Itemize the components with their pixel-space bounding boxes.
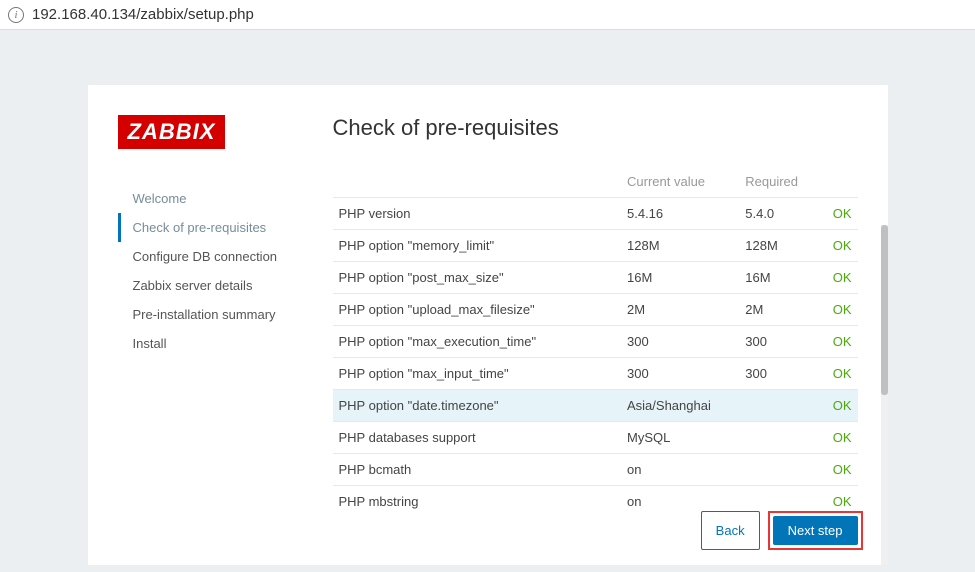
req-name: PHP option "post_max_size" <box>333 262 622 294</box>
header-current-value: Current value <box>621 166 739 198</box>
sidebar-step-5[interactable]: Install <box>118 329 323 358</box>
req-required-value: 5.4.0 <box>739 198 823 230</box>
prerequisites-table: Current value Required PHP version5.4.16… <box>333 166 858 517</box>
info-icon: i <box>8 7 24 23</box>
table-row: PHP option "upload_max_filesize"2M2MOK <box>333 294 858 326</box>
table-row: PHP option "max_execution_time"300300OK <box>333 326 858 358</box>
scrollbar-track[interactable] <box>881 225 888 565</box>
url-text: 192.168.40.134/zabbix/setup.php <box>32 6 254 23</box>
req-required-value: 2M <box>739 294 823 326</box>
req-current-value: MySQL <box>621 422 739 454</box>
req-status: OK <box>823 262 858 294</box>
sidebar-step-0[interactable]: Welcome <box>118 184 323 213</box>
req-name: PHP option "max_input_time" <box>333 358 622 390</box>
table-row: PHP option "post_max_size"16M16MOK <box>333 262 858 294</box>
table-row: PHP option "max_input_time"300300OK <box>333 358 858 390</box>
req-required-value: 16M <box>739 262 823 294</box>
req-required-value: 300 <box>739 358 823 390</box>
sidebar-step-2[interactable]: Configure DB connection <box>118 242 323 271</box>
req-name: PHP option "memory_limit" <box>333 230 622 262</box>
header-required: Required <box>739 166 823 198</box>
sidebar-step-3[interactable]: Zabbix server details <box>118 271 323 300</box>
table-row: PHP option "date.timezone"Asia/Shanghai O… <box>333 390 858 422</box>
back-button[interactable]: Back <box>701 511 760 550</box>
header-blank <box>333 166 622 198</box>
req-name: PHP databases support <box>333 422 622 454</box>
req-current-value: 300 <box>621 326 739 358</box>
req-name: PHP mbstring <box>333 486 622 518</box>
zabbix-logo: ZABBIX <box>118 115 226 149</box>
sidebar: ZABBIX WelcomeCheck of pre-requisitesCon… <box>118 115 323 517</box>
req-status: OK <box>823 326 858 358</box>
table-row: PHP version5.4.165.4.0OK <box>333 198 858 230</box>
req-name: PHP option "upload_max_filesize" <box>333 294 622 326</box>
scrollbar-thumb[interactable] <box>881 225 888 395</box>
table-row: PHP databases supportMySQL OK <box>333 422 858 454</box>
button-row: Back Next step <box>701 511 863 550</box>
setup-container: ZABBIX WelcomeCheck of pre-requisitesCon… <box>88 85 888 565</box>
req-current-value: 16M <box>621 262 739 294</box>
table-row: PHP option "memory_limit"128M128MOK <box>333 230 858 262</box>
req-current-value: 300 <box>621 358 739 390</box>
req-name: PHP bcmath <box>333 454 622 486</box>
req-required-value: 128M <box>739 230 823 262</box>
req-name: PHP option "max_execution_time" <box>333 326 622 358</box>
req-current-value: 2M <box>621 294 739 326</box>
next-step-button[interactable]: Next step <box>773 516 858 545</box>
req-status: OK <box>823 294 858 326</box>
req-required-value <box>739 454 823 486</box>
page-title: Check of pre-requisites <box>333 115 858 141</box>
req-current-value: Asia/Shanghai <box>621 390 739 422</box>
req-current-value: 5.4.16 <box>621 198 739 230</box>
req-status: OK <box>823 230 858 262</box>
req-required-value: 300 <box>739 326 823 358</box>
next-step-highlight: Next step <box>768 511 863 550</box>
req-status: OK <box>823 454 858 486</box>
browser-address-bar[interactable]: i 192.168.40.134/zabbix/setup.php <box>0 0 975 30</box>
req-required-value <box>739 390 823 422</box>
req-name: PHP option "date.timezone" <box>333 390 622 422</box>
header-status <box>823 166 858 198</box>
page-body: ZABBIX WelcomeCheck of pre-requisitesCon… <box>0 30 975 572</box>
req-current-value: on <box>621 454 739 486</box>
req-required-value <box>739 422 823 454</box>
req-name: PHP version <box>333 198 622 230</box>
req-status: OK <box>823 422 858 454</box>
sidebar-step-1[interactable]: Check of pre-requisites <box>118 213 323 242</box>
table-row: PHP bcmathon OK <box>333 454 858 486</box>
req-status: OK <box>823 358 858 390</box>
req-status: OK <box>823 390 858 422</box>
main-content: Check of pre-requisites Current value Re… <box>323 115 858 517</box>
sidebar-step-4[interactable]: Pre-installation summary <box>118 300 323 329</box>
setup-steps-nav: WelcomeCheck of pre-requisitesConfigure … <box>118 184 323 358</box>
req-status: OK <box>823 198 858 230</box>
req-current-value: 128M <box>621 230 739 262</box>
